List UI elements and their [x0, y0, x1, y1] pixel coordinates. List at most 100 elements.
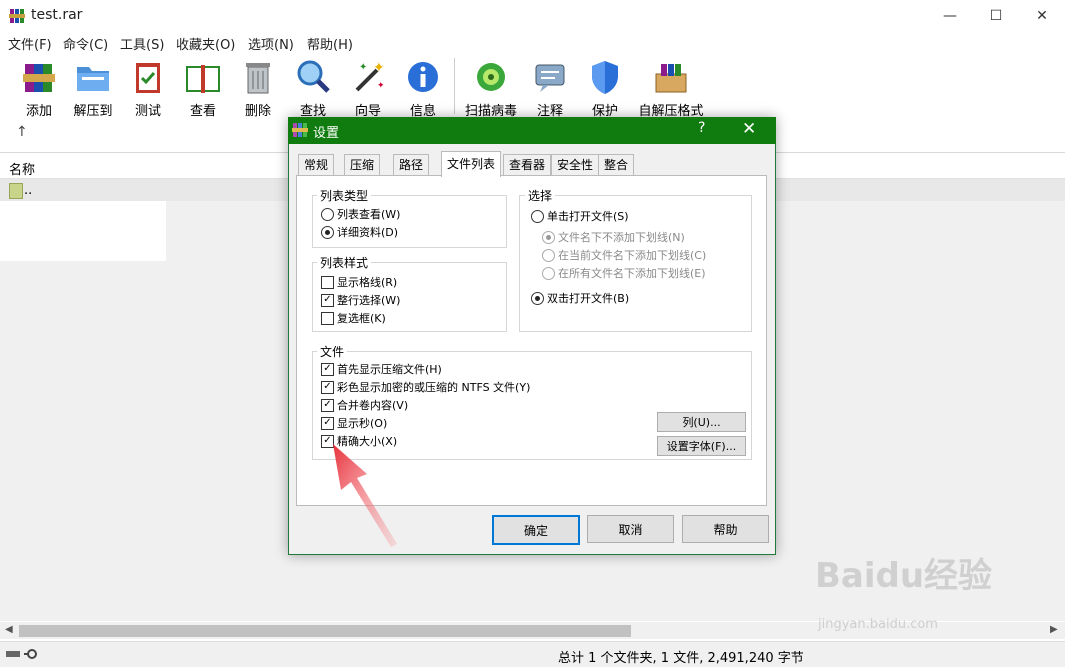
option-label: 列表查看(W) — [337, 208, 401, 221]
tab-integration[interactable]: 整合 — [598, 154, 635, 176]
option-label: 复选框(K) — [337, 312, 386, 325]
color-ntfs-checkbox[interactable]: ✓ 彩色显示加密的或压缩的 NTFS 文件(Y) — [321, 379, 530, 395]
dialog-help-button[interactable]: ? — [698, 120, 705, 136]
dialog-title: 设置 — [313, 126, 340, 141]
full-row-select-checkbox[interactable]: ✓ 整行选择(W) — [321, 292, 400, 308]
option-label: 显示格线(R) — [337, 276, 398, 289]
maximize-button[interactable]: ☐ — [973, 0, 1019, 32]
option-label: 合并卷内容(V) — [337, 399, 409, 412]
extract-folder-icon — [77, 67, 109, 91]
checkbox-icon: ✓ — [321, 380, 334, 394]
menu-help[interactable]: 帮助(H) — [307, 34, 353, 53]
set-font-button[interactable]: 设置字体(F)... — [657, 436, 746, 456]
option-label: 详细资料(D) — [337, 226, 399, 239]
toolbar-info-button[interactable]: 信息 — [397, 58, 449, 119]
radio-icon — [531, 291, 544, 305]
checkbox-icon: ✓ — [321, 362, 334, 376]
toolbar-protect-button[interactable]: 保护 — [579, 58, 631, 119]
ok-button[interactable]: 确定 — [492, 515, 580, 545]
test-clipboard-icon — [136, 63, 160, 93]
radio-icon — [542, 248, 555, 262]
tab-general[interactable]: 常规 — [298, 154, 335, 176]
status-bar — [0, 641, 1065, 667]
columns-button[interactable]: 列(U)... — [657, 412, 746, 432]
option-label: 彩色显示加密的或压缩的 NTFS 文件(Y) — [337, 381, 531, 394]
column-name-header[interactable]: 名称 — [9, 159, 35, 178]
option-label: 整行选择(W) — [337, 294, 401, 307]
single-click-radio[interactable]: 单击打开文件(S) — [531, 208, 629, 224]
add-archive-icon — [23, 64, 55, 92]
merge-volumes-checkbox[interactable]: ✓ 合并卷内容(V) — [321, 397, 408, 413]
scroll-left-icon[interactable]: ◀ — [5, 624, 13, 635]
toolbar-separator — [454, 58, 455, 114]
menu-options[interactable]: 选项(N) — [248, 34, 294, 53]
toolbar-add-button[interactable]: 添加 — [13, 58, 65, 119]
shield-icon — [592, 61, 618, 94]
scroll-right-icon[interactable]: ▶ — [1050, 624, 1058, 635]
list-type-label: 列表类型 — [317, 187, 372, 204]
toolbar-extract-button[interactable]: 解压到 — [67, 58, 119, 119]
show-seconds-checkbox[interactable]: ✓ 显示秒(O) — [321, 415, 387, 431]
radio-icon — [321, 207, 334, 221]
menu-file[interactable]: 文件(F) — [8, 34, 52, 53]
radio-icon — [542, 230, 555, 244]
winrar-icon — [292, 123, 308, 137]
checkboxes-checkbox[interactable]: 复选框(K) — [321, 310, 386, 326]
drive-key-icon[interactable] — [5, 648, 41, 660]
tab-compression[interactable]: 压缩 — [344, 154, 381, 176]
option-label: 在当前文件名下添加下划线(C) — [558, 249, 707, 262]
toolbar-test-button[interactable]: 测试 — [122, 58, 174, 119]
checkbox-icon — [321, 311, 334, 325]
scrollbar-thumb[interactable] — [19, 625, 631, 637]
window-title: test.rar — [31, 7, 83, 23]
magnifier-icon — [297, 60, 330, 93]
list-view-radio[interactable]: 列表查看(W) — [321, 206, 400, 222]
annotation-arrow-icon — [333, 444, 397, 547]
up-folder-button[interactable]: ↑ — [16, 124, 28, 140]
toolbar-view-label: 查看 — [189, 104, 216, 119]
underline-all-radio[interactable]: 在所有文件名下添加下划线(E) — [542, 265, 706, 281]
show-grid-checkbox[interactable]: 显示格线(R) — [321, 274, 397, 290]
help-button[interactable]: 帮助 — [682, 515, 769, 543]
close-button[interactable]: ✕ — [1019, 0, 1065, 32]
double-click-radio[interactable]: 双击打开文件(B) — [531, 290, 629, 306]
menu-commands[interactable]: 命令(C) — [63, 34, 108, 53]
menu-tools[interactable]: 工具(S) — [120, 34, 164, 53]
toolbar-comment-button[interactable]: 注释 — [524, 58, 576, 119]
option-label: 在所有文件名下添加下划线(E) — [558, 267, 706, 280]
status-text: 总计 1 个文件夹, 1 文件, 2,491,240 字节 — [558, 651, 804, 666]
tab-security[interactable]: 安全性 — [551, 154, 600, 176]
toolbar-virus-scan-button[interactable]: 扫描病毒 — [463, 58, 519, 119]
svg-text:✦: ✦ — [373, 60, 385, 76]
menu-favorites[interactable]: 收藏夹(O) — [176, 34, 235, 53]
radio-icon — [542, 266, 555, 280]
option-label: 显示秒(O) — [337, 417, 388, 430]
watermark-url: jingyan.baidu.com — [818, 617, 938, 632]
toolbar-sfx-button[interactable]: 自解压格式 — [636, 58, 706, 119]
minimize-button[interactable]: — — [927, 0, 973, 32]
underline-current-radio[interactable]: 在当前文件名下添加下划线(C) — [542, 247, 706, 263]
trash-icon — [246, 63, 270, 94]
toolbar-delete-button[interactable]: 删除 — [232, 58, 284, 119]
cancel-button[interactable]: 取消 — [587, 515, 674, 543]
sfx-box-icon — [655, 64, 687, 93]
option-label: 双击打开文件(B) — [547, 292, 630, 305]
toolbar-find-button[interactable]: 查找 — [287, 58, 339, 119]
option-label: 首先显示压缩文件(H) — [337, 363, 442, 376]
watermark-brand: Baidu经验 — [815, 556, 993, 596]
toolbar-view-button[interactable]: 查看 — [177, 58, 229, 119]
title-bar — [0, 0, 1065, 32]
toolbar-delete-label: 删除 — [244, 104, 271, 119]
tab-file-list[interactable]: 文件列表 — [441, 151, 502, 177]
dialog-close-button[interactable]: ✕ — [742, 119, 756, 139]
archives-first-checkbox[interactable]: ✓ 首先显示压缩文件(H) — [321, 361, 442, 377]
blank-area — [0, 201, 166, 261]
checkbox-icon: ✓ — [321, 293, 334, 307]
svg-text:✦: ✦ — [359, 62, 367, 73]
details-radio[interactable]: 详细资料(D) — [321, 224, 398, 240]
list-style-label: 列表样式 — [317, 254, 372, 271]
tab-viewer[interactable]: 查看器 — [503, 154, 552, 176]
no-underline-radio[interactable]: 文件名下不添加下划线(N) — [542, 229, 685, 245]
toolbar-wizard-button[interactable]: ✦ ✦ ✦ 向导 — [342, 58, 394, 119]
tab-paths[interactable]: 路径 — [393, 154, 430, 176]
